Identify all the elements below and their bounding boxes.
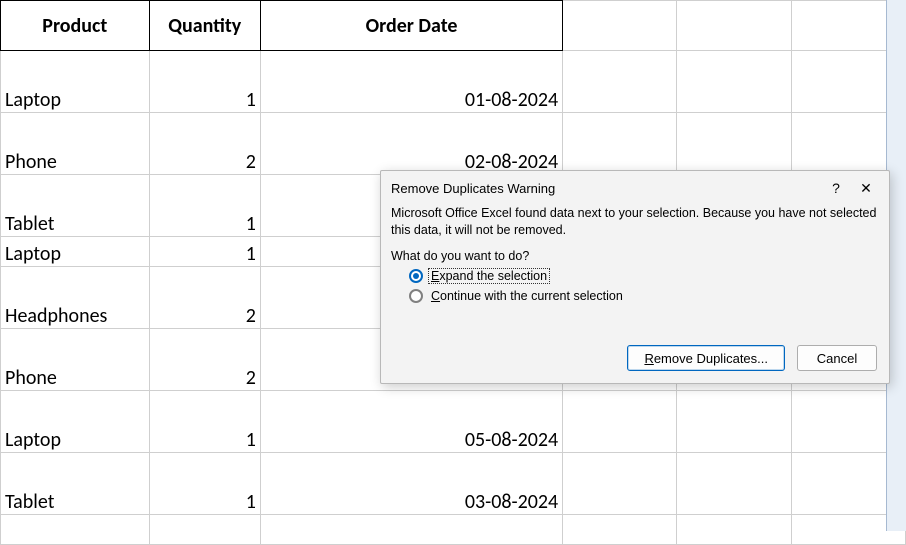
option-expand-selection[interactable]: Expand the selection <box>409 269 879 283</box>
cell-product[interactable]: Tablet <box>1 453 150 515</box>
radio-icon <box>409 289 423 303</box>
cell[interactable] <box>1 515 150 545</box>
dialog-message: Microsoft Office Excel found data next t… <box>391 205 879 239</box>
cell-product[interactable]: Laptop <box>1 237 150 267</box>
cell[interactable] <box>563 51 677 113</box>
cell-qty[interactable]: 1 <box>149 391 260 453</box>
cell-qty[interactable]: 1 <box>149 51 260 113</box>
cell[interactable] <box>563 453 677 515</box>
cell-date[interactable]: 02-08-2024 <box>260 113 562 175</box>
cell-product[interactable]: Laptop <box>1 51 150 113</box>
cell[interactable] <box>260 515 562 545</box>
cell[interactable] <box>677 391 791 453</box>
col-header-product[interactable]: Product <box>1 1 150 51</box>
dialog-title-bar: Remove Duplicates Warning ? ✕ <box>381 171 889 205</box>
cell-qty[interactable]: 2 <box>149 267 260 329</box>
cell[interactable] <box>677 453 791 515</box>
help-button[interactable]: ? <box>821 181 851 195</box>
cell[interactable] <box>563 391 677 453</box>
col-header-quantity[interactable]: Quantity <box>149 1 260 51</box>
cell-product[interactable]: Headphones <box>1 267 150 329</box>
cell-date[interactable]: 05-08-2024 <box>260 391 562 453</box>
cell-product[interactable]: Tablet <box>1 175 150 237</box>
cell-product[interactable]: Laptop <box>1 391 150 453</box>
remove-duplicates-button[interactable]: Remove Duplicates... <box>627 345 785 371</box>
option-continue-selection[interactable]: Continue with the current selection <box>409 289 879 303</box>
radio-icon <box>409 269 423 283</box>
cell[interactable] <box>677 113 791 175</box>
cell[interactable] <box>677 515 791 545</box>
cell-qty[interactable]: 2 <box>149 329 260 391</box>
cell-qty[interactable]: 2 <box>149 113 260 175</box>
cell-date[interactable]: 01-08-2024 <box>260 51 562 113</box>
cell[interactable] <box>563 113 677 175</box>
cell-qty[interactable]: 1 <box>149 453 260 515</box>
cell-qty[interactable]: 1 <box>149 237 260 267</box>
cell[interactable] <box>677 1 791 51</box>
option-continue-label: Continue with the current selection <box>429 289 625 303</box>
cell-qty[interactable]: 1 <box>149 175 260 237</box>
cell[interactable] <box>677 51 791 113</box>
dialog-prompt: What do you want to do? <box>391 249 879 263</box>
cell-product[interactable]: Phone <box>1 113 150 175</box>
remove-duplicates-dialog: Remove Duplicates Warning ? ✕ Microsoft … <box>380 170 890 384</box>
dialog-title: Remove Duplicates Warning <box>391 181 821 196</box>
cell[interactable] <box>563 1 677 51</box>
cell-date[interactable]: 03-08-2024 <box>260 453 562 515</box>
option-expand-label: Expand the selection <box>429 269 549 283</box>
col-header-orderdate[interactable]: Order Date <box>260 1 562 51</box>
cell[interactable] <box>563 515 677 545</box>
cell[interactable] <box>149 515 260 545</box>
close-button[interactable]: ✕ <box>851 181 881 195</box>
cancel-button[interactable]: Cancel <box>797 345 877 371</box>
cell-product[interactable]: Phone <box>1 329 150 391</box>
